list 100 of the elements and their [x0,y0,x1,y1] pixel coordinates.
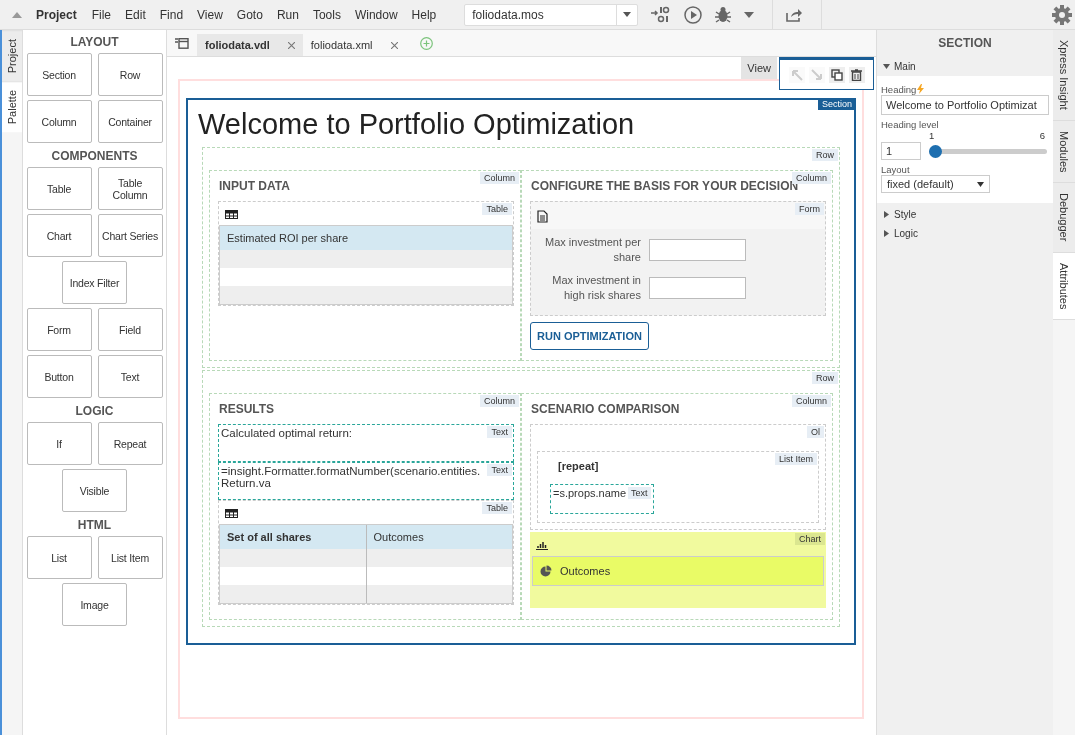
group-header[interactable]: Main [877,57,1053,76]
column-tag: Column [792,172,831,184]
palette-button[interactable]: Table [26,167,92,210]
section-tag: Section [817,98,856,110]
section-frame[interactable] [186,98,856,645]
menu-item[interactable]: Find [159,7,184,22]
palette-button[interactable]: Container [97,100,163,143]
column-header[interactable]: Set of all shares [220,525,366,549]
palette-button[interactable]: Section [26,53,92,96]
palette-button[interactable]: List Item [97,536,163,579]
menu-item[interactable]: Edit [125,7,146,22]
side-tab[interactable]: Xpress Insight [1053,30,1075,121]
side-tab[interactable]: Attributes [1053,252,1075,321]
column-tag: Column [792,395,831,407]
input-field[interactable] [649,239,746,261]
file-tab[interactable]: foliodata.vdl [197,34,303,56]
palette-heading: HTML [77,518,112,532]
palette-button[interactable]: Button [26,355,92,398]
text-frame[interactable]: Calculated optimal return: Text [218,424,514,462]
settings-icon[interactable] [1052,4,1072,25]
view-button[interactable]: View [741,57,777,79]
column-frame[interactable]: Column INPUT DATA Table Estimated ROI per share [209,170,521,361]
palette-button[interactable]: Field [97,308,163,351]
palette-button[interactable]: List [26,536,92,579]
palette-button[interactable]: Chart Series [97,214,163,257]
bug-icon[interactable] [714,5,733,24]
palette-button[interactable]: Row [97,53,163,96]
repeat-label: [repeat] [558,460,600,472]
heading-field[interactable]: Welcome to Portfolio Optimizat [881,95,1049,115]
collapsed-icon [883,230,890,237]
file-tab[interactable]: foliodata.xml [302,34,406,56]
input-field[interactable] [649,277,746,299]
group-header[interactable]: Logic [877,224,1053,243]
list-frame[interactable]: Ol List Item [repeat] =s.props.name Text [530,424,826,530]
palette-button[interactable]: Form [26,308,92,351]
column-frame[interactable]: Column SCENARIO COMPARISON Ol List Item [repeat] =s.props.name Text Chart Outcomes [521,393,833,620]
page-heading: Welcome to Portfolio Optimization [198,108,636,141]
side-tab[interactable]: Modules [1053,120,1075,184]
delete-icon[interactable] [851,68,862,81]
menu-item[interactable]: View [197,7,223,22]
text-tag: Text [487,464,512,476]
text-frame[interactable]: =s.props.name Text [550,484,654,514]
copy-icon[interactable] [830,68,843,81]
column-header[interactable]: Estimated ROI per share [220,226,512,250]
table-icon [225,509,238,518]
chart-frame[interactable]: Chart Outcomes [530,532,826,608]
palette-button[interactable]: Image [62,583,127,626]
palette-button[interactable]: Index Filter [62,261,127,304]
side-tab[interactable]: Project [2,30,22,82]
menu-item[interactable]: Window [354,7,398,22]
palette-button[interactable]: Text [97,355,163,398]
collapsed-icon [883,211,890,218]
table-tag: Table [482,502,512,514]
menu-item[interactable]: Tools [312,7,341,22]
slider-min: 1 [929,130,935,141]
list-item-frame[interactable]: List Item [repeat] =s.props.name Text [537,451,819,523]
menu-item[interactable]: File [91,7,112,22]
text-content: Calculated optimal return: [221,427,354,439]
close-icon[interactable] [390,41,398,49]
palette-button[interactable]: If [26,422,92,465]
field-label: Layout [881,164,910,175]
menu-item[interactable]: Project [36,7,77,22]
side-tab[interactable]: Debugger [1053,183,1075,253]
menu-item[interactable]: Run [276,7,299,22]
row-tag: Row [812,372,838,384]
text-content: =s.props.name [553,487,627,499]
form-frame[interactable]: Form Max investment per share Max investment in high risk shares [530,201,826,316]
pie-chart-icon [540,565,552,577]
column-tag: Column [480,395,519,407]
document-icon [537,210,548,223]
file-select[interactable]: foliodata.mos [464,3,639,26]
palette-button[interactable]: Chart [26,214,92,257]
row-frame[interactable] [202,370,840,627]
text-tag: Text [628,487,651,499]
column-frame[interactable]: Column RESULTS Calculated optimal return: Text =insight.Formatter.formatNumber(scenario.entities.Return.va Text Table Set of all shares Outcomes [209,393,521,620]
play-icon[interactable] [684,5,703,24]
slider-thumb[interactable] [929,145,942,158]
side-tab[interactable]: Palette [2,81,22,133]
run-button[interactable]: RUN OPTIMIZATION [530,322,649,350]
palette-button[interactable]: Repeat [97,422,163,465]
table-frame[interactable]: Table Set of all shares Outcomes [218,500,514,605]
close-icon[interactable] [287,41,295,49]
text-frame[interactable]: =insight.Formatter.formatNumber(scenario.entities.Return.va Text [218,462,514,500]
column-header[interactable]: Outcomes [365,525,512,549]
group-header[interactable]: Style [877,205,1053,224]
chart-series[interactable]: Outcomes [532,556,824,586]
menu-item[interactable]: Goto [236,7,263,22]
layout-select[interactable]: fixed (default) [881,175,990,193]
collapse-icon[interactable] [12,11,22,18]
dropdown-icon[interactable] [744,11,755,18]
menu-item[interactable]: Help [411,7,437,22]
share-icon[interactable] [785,6,804,23]
palette-button[interactable]: Column [26,100,92,143]
palette-button[interactable]: Visible [62,469,127,512]
level-field[interactable]: 1 [881,142,921,160]
text-content: =insight.Formatter.formatNumber(scenario.entities.Return.va [221,465,482,489]
tab-list-icon[interactable] [175,38,189,49]
table-frame[interactable]: Table Estimated ROI per share [218,201,514,306]
palette-button[interactable]: Table Column [97,167,163,210]
chart-tag: Chart [795,533,825,545]
